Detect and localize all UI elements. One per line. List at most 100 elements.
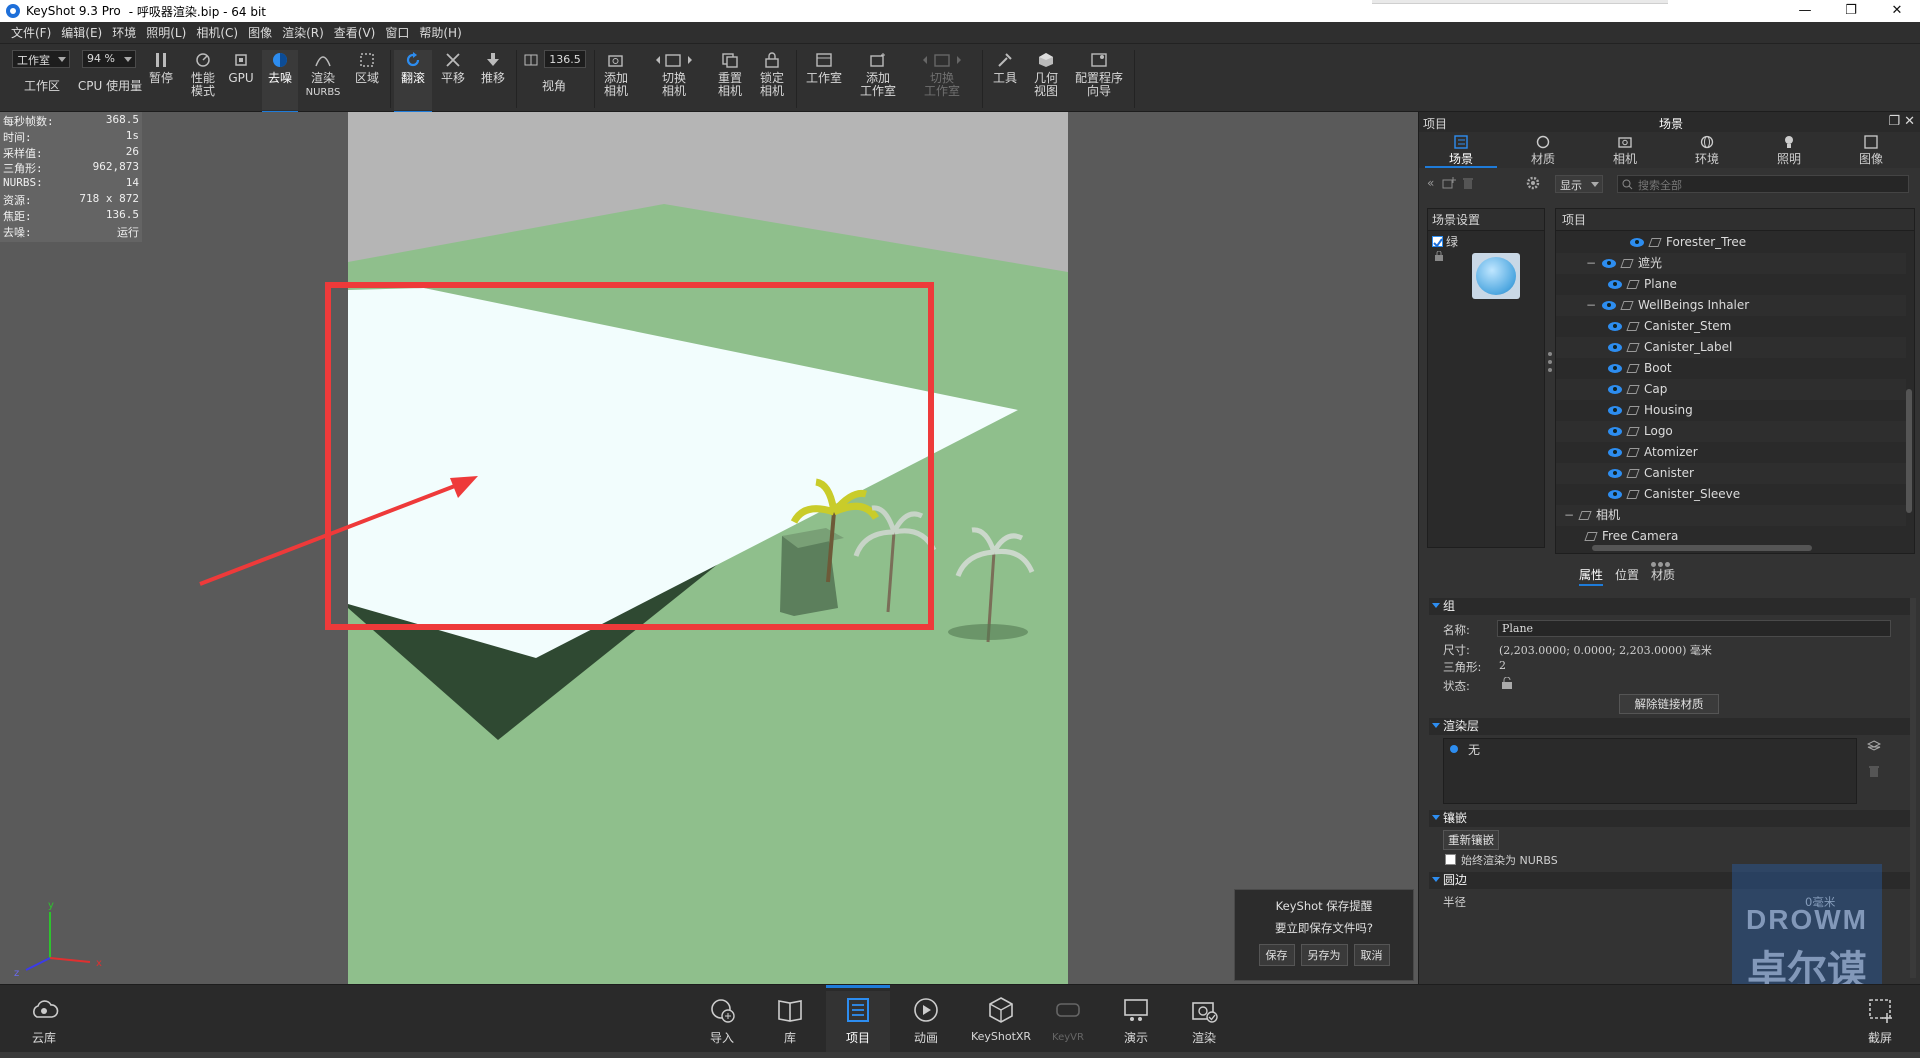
workspace-select[interactable]: 工作室 (12, 50, 70, 68)
render-layer-item[interactable]: 无 (1468, 741, 1480, 758)
tab-environment[interactable]: 环境 (1667, 132, 1747, 168)
material-thumbnail[interactable] (1472, 253, 1520, 299)
tab-image[interactable]: 图像 (1831, 132, 1911, 168)
tab-lighting[interactable]: 照明 (1749, 132, 1829, 168)
group-section-header[interactable]: 组 (1429, 598, 1913, 615)
search-input[interactable]: 搜索全部 (1617, 175, 1909, 193)
scene-tree-row[interactable]: Free Camera (1556, 526, 1906, 547)
menu-camera[interactable]: 相机(C) (191, 24, 243, 41)
tab-camera[interactable]: 相机 (1585, 132, 1665, 168)
menu-environment[interactable]: 环境 (107, 24, 141, 41)
visibility-eye-icon[interactable] (1608, 469, 1622, 478)
cancel-button[interactable]: 取消 (1353, 944, 1390, 966)
splitter-handle[interactable] (1548, 352, 1552, 380)
save-as-button[interactable]: 另存为 (1300, 944, 1348, 966)
name-field[interactable]: Plane (1497, 620, 1891, 637)
pause-button[interactable]: 暂停 (146, 50, 176, 110)
visibility-eye-icon[interactable] (1608, 364, 1622, 373)
scene-tree-row[interactable]: − 遮光 (1556, 253, 1906, 274)
scene-tree-row[interactable]: Boot (1556, 358, 1906, 379)
scene-tree-row[interactable]: − WellBeings Inhaler (1556, 295, 1906, 316)
visibility-eye-icon[interactable] (1608, 490, 1622, 499)
unlink-material-button[interactable]: 解除链接材质 (1619, 694, 1719, 714)
menu-view[interactable]: 查看(V) (329, 24, 381, 41)
display-select[interactable]: 显示 (1555, 175, 1603, 193)
menu-lighting[interactable]: 照明(L) (141, 24, 191, 41)
tree-horizontal-scrollbar[interactable] (1592, 545, 1812, 551)
collapse-icon[interactable]: « (1427, 176, 1434, 190)
add-group-icon[interactable] (1441, 176, 1457, 190)
studio-button[interactable]: 工作室 (802, 50, 846, 110)
retessellate-button[interactable]: 重新镶嵌 (1443, 830, 1499, 850)
menu-image[interactable]: 图像 (243, 24, 277, 41)
subtab-material[interactable]: 材质 (1651, 566, 1675, 583)
lock-icon[interactable] (1434, 251, 1444, 261)
scene-tree-row[interactable]: Logo (1556, 421, 1906, 442)
render-nurbs-button[interactable]: 渲染 NURBS (304, 50, 342, 110)
maximize-button[interactable]: ❐ (1828, 0, 1874, 22)
subtab-position[interactable]: 位置 (1615, 566, 1639, 583)
dolly-button[interactable]: 推移 (476, 50, 510, 110)
performance-mode-button[interactable]: 性能 模式 (186, 50, 220, 110)
cloud-library-button[interactable]: 云库 (12, 991, 76, 1053)
scene-tree-row[interactable]: Plane (1556, 274, 1906, 295)
scene-tree-row[interactable]: Cap (1556, 379, 1906, 400)
switch-camera-button[interactable]: 切换 相机 (648, 50, 700, 110)
menu-edit[interactable]: 编辑(E) (56, 24, 107, 41)
visibility-eye-icon[interactable] (1608, 448, 1622, 457)
add-camera-button[interactable]: 添加 相机 (600, 50, 632, 110)
visibility-eye-icon[interactable] (1608, 280, 1622, 289)
layer-trash-icon[interactable] (1867, 764, 1881, 778)
menu-render[interactable]: 渲染(R) (277, 24, 329, 41)
library-button[interactable]: 库 (758, 991, 822, 1053)
scene-tree-row[interactable]: Forester_Tree (1556, 232, 1906, 253)
keyshotxr-button[interactable]: KeyShotXR (966, 991, 1036, 1053)
render-layer-radio[interactable] (1450, 745, 1458, 753)
close-button[interactable]: ✕ (1874, 0, 1920, 22)
switch-studio-button[interactable]: 切换 工作室 (912, 50, 972, 110)
collapse-toggle-icon[interactable]: − (1586, 295, 1596, 316)
collapse-toggle-icon[interactable]: − (1564, 505, 1574, 526)
render-viewport[interactable]: 每秒帧数: 368.5 时间: 1s 采样值: 26 三角形: 962,873 NURBS: 14… (0, 112, 1418, 984)
configurator-wizard-button[interactable]: 配置程序 向导 (1072, 50, 1126, 110)
geometry-view-button[interactable]: 几何 视图 (1030, 50, 1062, 110)
keyvr-button[interactable]: KeyVR (1036, 991, 1100, 1053)
tessellation-section-header[interactable]: 镶嵌 (1429, 810, 1913, 827)
unlock-icon[interactable] (1501, 677, 1513, 689)
tab-materials[interactable]: 材质 (1503, 132, 1583, 168)
scene-tree-row[interactable]: Atomizer (1556, 442, 1906, 463)
subtab-properties[interactable]: 属性 (1579, 566, 1604, 586)
visibility-eye-icon[interactable] (1608, 406, 1622, 415)
render-button[interactable]: 渲染 (1172, 991, 1236, 1053)
scene-tree-row[interactable]: Canister_Sleeve (1556, 484, 1906, 505)
menu-window[interactable]: 窗口 (380, 24, 414, 41)
properties-scrollbar[interactable] (1910, 598, 1916, 978)
scene-settings-checkbox[interactable] (1432, 236, 1443, 248)
scene-tree-row[interactable]: Canister_Stem (1556, 316, 1906, 337)
scene-tree-row[interactable]: Canister (1556, 463, 1906, 484)
visibility-eye-icon[interactable] (1602, 301, 1616, 310)
scene-tree-row[interactable]: Canister_Label (1556, 337, 1906, 358)
gear-icon[interactable] (1525, 175, 1541, 191)
always-nurbs-checkbox[interactable] (1445, 854, 1456, 865)
save-button[interactable]: 保存 (1258, 944, 1295, 966)
pan-button[interactable]: 平移 (436, 50, 470, 110)
visibility-eye-icon[interactable] (1608, 343, 1622, 352)
denoise-button[interactable]: 去噪 (262, 50, 298, 114)
visibility-eye-icon[interactable] (1608, 322, 1622, 331)
scene-tree-row[interactable]: − 相机 (1556, 505, 1906, 526)
project-button[interactable]: 项目 (826, 985, 890, 1053)
render-layer-section-header[interactable]: 渲染层 (1429, 718, 1913, 735)
collapse-toggle-icon[interactable]: − (1586, 253, 1596, 274)
cpu-usage-select[interactable]: 94 % (82, 50, 136, 68)
menu-help[interactable]: 帮助(H) (414, 24, 466, 41)
visibility-eye-icon[interactable] (1608, 385, 1622, 394)
minimize-button[interactable]: — (1782, 0, 1828, 22)
import-button[interactable]: 导入 (690, 991, 754, 1053)
fov-input[interactable]: 136.5 (544, 50, 586, 68)
screenshot-button[interactable]: 截屏 (1848, 991, 1912, 1053)
region-button[interactable]: 区域 (350, 50, 384, 110)
tools-button[interactable]: 工具 (990, 50, 1020, 110)
layers-add-icon[interactable] (1867, 740, 1881, 754)
add-studio-button[interactable]: 添加 工作室 (856, 50, 900, 110)
